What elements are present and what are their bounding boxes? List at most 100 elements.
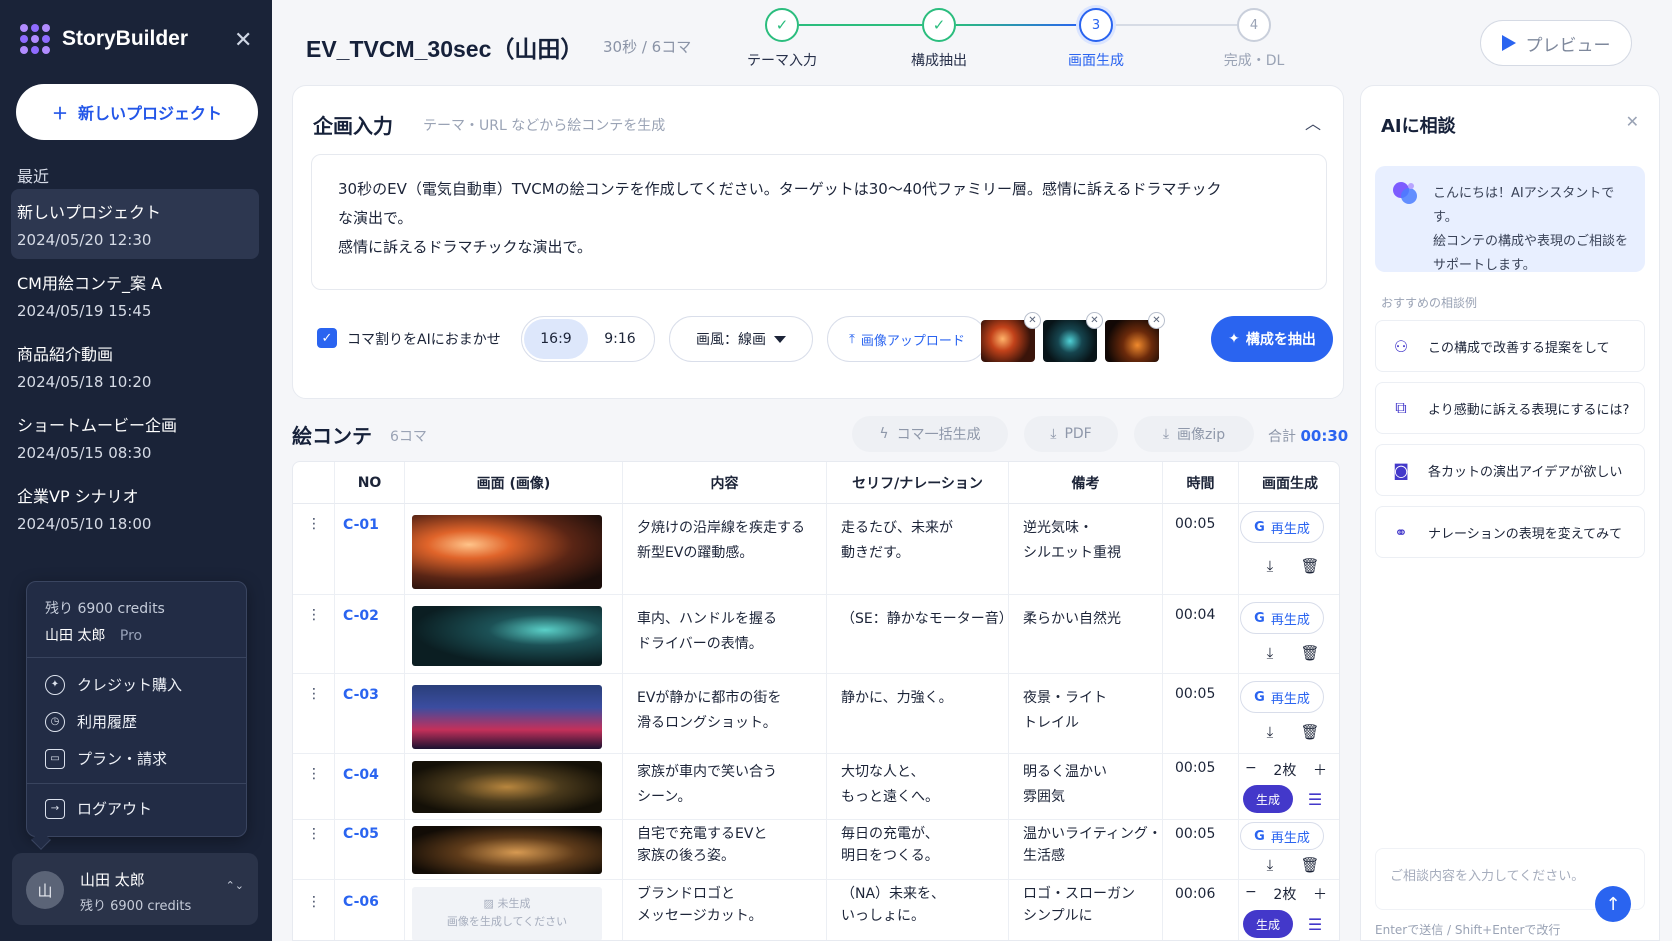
prompt-textarea[interactable]: 30秒のEV（電気自動車）TVCMの絵コンテを作成してください。ターゲットは30… bbox=[311, 154, 1327, 290]
step-4-indicator[interactable]: 4 bbox=[1237, 8, 1271, 42]
recent-item-title: 新しいプロジェクト bbox=[17, 203, 162, 222]
step-1-check-icon[interactable]: ✓ bbox=[765, 8, 799, 42]
row-id[interactable]: C-05 bbox=[343, 826, 379, 842]
frame-image[interactable] bbox=[412, 606, 602, 666]
suggestion-item[interactable]: ⚭ ナレーションの表現を変えてみて bbox=[1375, 506, 1645, 558]
suggestion-item[interactable]: ⚇ この構成で改善する提案をして bbox=[1375, 320, 1645, 372]
minus-icon[interactable]: − bbox=[1245, 884, 1257, 904]
pdf-download-button[interactable]: ⤓ PDF bbox=[1024, 416, 1118, 452]
trash-icon[interactable]: 🗑 bbox=[1297, 852, 1323, 878]
column-header: 時間 bbox=[1163, 462, 1239, 504]
empty-hint: 画像を生成してください bbox=[446, 915, 568, 928]
frame-image[interactable] bbox=[412, 515, 602, 589]
remove-icon[interactable]: ✕ bbox=[1024, 312, 1041, 329]
recent-item[interactable]: 新しいプロジェクト 2024/05/20 12:30 bbox=[11, 189, 259, 259]
auto-split-checkbox[interactable]: ✓ bbox=[317, 328, 337, 348]
play-icon bbox=[1501, 35, 1516, 51]
reference-thumbnail[interactable]: ✕ bbox=[981, 312, 1041, 362]
drag-handle-icon[interactable]: ⋮ bbox=[307, 894, 321, 910]
row-id[interactable]: C-04 bbox=[343, 767, 379, 783]
drag-handle-icon[interactable]: ⋮ bbox=[307, 516, 321, 532]
remove-icon[interactable]: ✕ bbox=[1086, 312, 1103, 329]
download-icon[interactable]: ⤓ bbox=[1257, 852, 1283, 878]
suggestions-label: おすすめの相談例 bbox=[1381, 296, 1478, 310]
ratio-16-9[interactable]: 16:9 bbox=[524, 319, 588, 359]
close-icon[interactable]: ✕ bbox=[1626, 112, 1639, 131]
generate-button[interactable]: 生成 bbox=[1243, 910, 1293, 938]
drag-handle-icon[interactable]: ⋮ bbox=[307, 826, 321, 842]
regenerate-button[interactable]: G 再生成 bbox=[1240, 602, 1324, 634]
step-2-check-icon[interactable]: ✓ bbox=[922, 8, 956, 42]
list-icon[interactable]: ☰ bbox=[1303, 912, 1327, 936]
ratio-9-16[interactable]: 9:16 bbox=[588, 319, 652, 359]
send-button[interactable]: ↑ bbox=[1595, 886, 1631, 922]
frame-image[interactable] bbox=[412, 761, 602, 813]
user-menu-credits: 残り 6900 credits bbox=[45, 601, 165, 617]
style-dropdown[interactable]: 画風：線画 bbox=[669, 316, 813, 362]
row-id[interactable]: C-02 bbox=[343, 608, 379, 624]
reference-thumbnail[interactable]: ✕ bbox=[1105, 312, 1165, 362]
frame-image-placeholder[interactable]: ▨ 未生成 画像を生成してください bbox=[412, 887, 602, 940]
bulk-generate-button[interactable]: ϟ コマ一括生成 bbox=[852, 416, 1008, 452]
trash-icon[interactable]: 🗑 bbox=[1297, 640, 1323, 666]
recent-item[interactable]: ショートムービー企画 2024/05/15 08:30 bbox=[11, 402, 259, 472]
menu-item-usage-history[interactable]: ◷ 利用履歴 bbox=[45, 711, 137, 732]
regenerate-button[interactable]: G 再生成 bbox=[1240, 681, 1324, 713]
recent-item[interactable]: CM用絵コンテ_案 A 2024/05/19 15:45 bbox=[11, 260, 259, 330]
aspect-ratio-toggle: 16:9 9:16 bbox=[521, 316, 655, 362]
step-3-indicator[interactable]: 3 bbox=[1079, 8, 1113, 42]
chevron-up-down-icon[interactable]: ⌃⌄ bbox=[226, 879, 244, 892]
row-id[interactable]: C-03 bbox=[343, 687, 379, 703]
plus-icon[interactable]: ＋ bbox=[1313, 884, 1327, 904]
empty-title-label: 未生成 bbox=[497, 897, 531, 910]
menu-item-plan-billing[interactable]: ▭ プラン・請求 bbox=[45, 748, 167, 769]
recent-item-date: 2024/05/10 18:00 bbox=[17, 515, 152, 533]
trash-icon[interactable]: 🗑 bbox=[1297, 553, 1323, 579]
suggestion-item[interactable]: ◙ 各カットの演出アイデアが欲しい bbox=[1375, 444, 1645, 496]
step-label: 完成・DL bbox=[1223, 53, 1285, 69]
row-id[interactable]: C-01 bbox=[343, 517, 379, 533]
zip-download-button[interactable]: ⤓ 画像zip bbox=[1134, 416, 1254, 452]
recent-item-title: 商品紹介動画 bbox=[17, 345, 114, 364]
narration-text: 毎日の充電が、 明日をつくる。 bbox=[841, 826, 939, 864]
row-id[interactable]: C-06 bbox=[343, 894, 379, 910]
regenerate-button[interactable]: G 再生成 bbox=[1240, 511, 1324, 543]
list-icon[interactable]: ☰ bbox=[1303, 787, 1327, 811]
close-icon[interactable]: ✕ bbox=[234, 28, 252, 53]
recent-item[interactable]: 企業VP シナリオ 2024/05/10 18:00 bbox=[11, 473, 259, 543]
frame-image[interactable] bbox=[412, 685, 602, 749]
remove-icon[interactable]: ✕ bbox=[1148, 312, 1165, 329]
caret-down-icon bbox=[774, 335, 786, 343]
note-text: 柔らかい自然光 bbox=[1023, 611, 1121, 627]
download-icon[interactable]: ⤓ bbox=[1257, 553, 1283, 579]
plus-icon[interactable]: ＋ bbox=[1313, 760, 1327, 780]
column-header-handle bbox=[293, 462, 335, 504]
extract-structure-button[interactable]: ✦ 構成を抽出 bbox=[1211, 316, 1333, 362]
minus-icon[interactable]: − bbox=[1245, 760, 1257, 780]
drag-handle-icon[interactable]: ⋮ bbox=[307, 766, 321, 782]
image-upload-button[interactable]: ⤒ 画像アップロード bbox=[827, 316, 987, 362]
drag-handle-icon[interactable]: ⋮ bbox=[307, 686, 321, 702]
generate-button[interactable]: 生成 bbox=[1243, 785, 1293, 813]
preview-button[interactable]: プレビュー bbox=[1480, 20, 1632, 66]
recent-item[interactable]: 商品紹介動画 2024/05/18 10:20 bbox=[11, 331, 259, 401]
drag-handle-icon[interactable]: ⋮ bbox=[307, 607, 321, 623]
narration-text: 大切な人と、 もっと遠くへ。 bbox=[841, 764, 939, 805]
frame-image[interactable] bbox=[412, 826, 602, 874]
download-icon[interactable]: ⤓ bbox=[1257, 719, 1283, 745]
regenerate-button[interactable]: G 再生成 bbox=[1240, 822, 1324, 850]
suggestion-item[interactable]: ⧉ より感動に訴える表現にするには? bbox=[1375, 382, 1645, 434]
logout-button[interactable]: → ログアウト bbox=[45, 798, 152, 819]
storyboard-count: 6コマ bbox=[390, 429, 427, 445]
plan-badge: Pro bbox=[119, 628, 143, 644]
user-card[interactable]: 山 山田 太郎 残り 6900 credits ⌃⌄ bbox=[12, 853, 258, 925]
page-title: EV_TVCM_30sec（山田） bbox=[306, 36, 584, 62]
menu-item-credit-purchase[interactable]: ✦ クレジット購入 bbox=[45, 674, 182, 695]
new-project-button[interactable]: ＋ 新しいプロジェクト bbox=[16, 84, 258, 140]
column-header: 備考 bbox=[1009, 462, 1163, 504]
trash-icon[interactable]: 🗑 bbox=[1297, 719, 1323, 745]
download-icon[interactable]: ⤓ bbox=[1257, 640, 1283, 666]
step-label: 画面生成 bbox=[1068, 53, 1124, 69]
chevron-up-icon[interactable]: ︿ bbox=[1305, 110, 1321, 134]
reference-thumbnail[interactable]: ✕ bbox=[1043, 312, 1103, 362]
